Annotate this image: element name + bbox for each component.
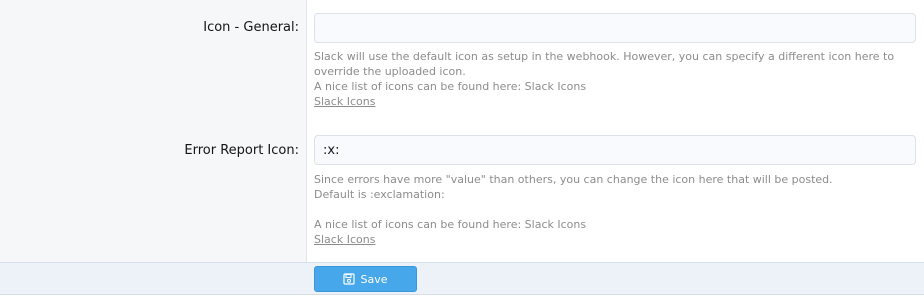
save-button[interactable]: Save [314,266,417,292]
submit-row: Save [0,262,924,295]
error-report-icon-label: Error Report Icon: [184,143,299,158]
error-report-icon-input[interactable] [314,135,916,165]
error-report-explain-text: Since errors have more "value" than othe… [314,173,833,186]
icon-general-slack-icons-link[interactable]: Slack Icons [314,94,375,109]
icon-general-input[interactable] [314,13,916,43]
icon-general-label: Icon - General: [203,20,299,35]
icon-general-explain-text: Slack will use the default icon as setup… [314,50,895,78]
save-icon [343,273,356,285]
error-report-explain-list: A nice list of icons can be found here: … [314,218,587,231]
error-report-slack-icons-link[interactable]: Slack Icons [314,232,375,247]
save-button-label: Save [360,272,388,286]
explain-spacer [314,202,914,217]
icon-general-explain-list: A nice list of icons can be found here: … [314,80,587,93]
error-report-icon-explain: Since errors have more "value" than othe… [314,172,914,247]
icon-general-explain: Slack will use the default icon as setup… [314,49,914,109]
label-column [0,0,307,262]
error-report-default-text: Default is :exclamation: [314,188,445,201]
